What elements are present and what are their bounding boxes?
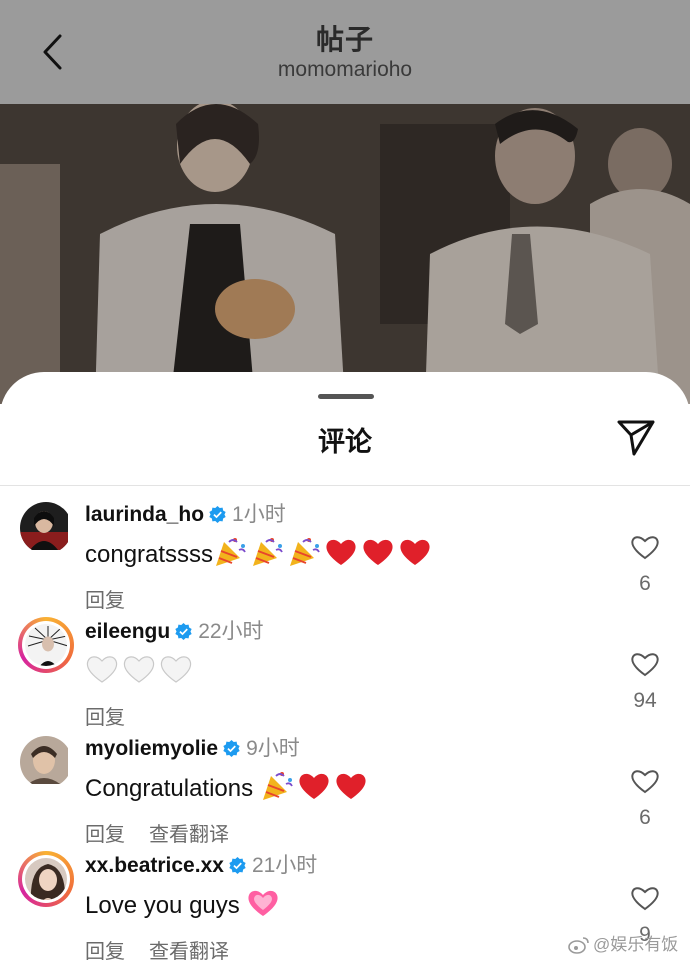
page-title: 帖子 bbox=[315, 24, 374, 55]
comment-time: 21小时 bbox=[251, 854, 318, 877]
red-heart-icon bbox=[326, 539, 356, 565]
party-popper-icon bbox=[290, 538, 320, 566]
post-author-username[interactable]: momomarioho bbox=[0, 58, 690, 82]
verified-badge-icon bbox=[175, 623, 192, 640]
avatar[interactable] bbox=[18, 734, 74, 790]
watermark-text: @娱乐有饭 bbox=[593, 935, 679, 954]
pink-heart-icon bbox=[248, 890, 279, 916]
comment-time: 22小时 bbox=[198, 620, 264, 643]
party-popper-icon bbox=[253, 538, 283, 566]
comment-body: Congratulations bbox=[85, 770, 371, 806]
red-heart-icon bbox=[336, 773, 366, 799]
like-count: 6 bbox=[639, 806, 651, 829]
send-icon bbox=[617, 420, 655, 456]
party-popper-icon bbox=[262, 772, 293, 800]
avatar[interactable] bbox=[18, 617, 74, 673]
reply-button[interactable]: 回复 bbox=[85, 824, 125, 846]
verified-badge-icon bbox=[209, 506, 226, 523]
user-avatar-image bbox=[25, 858, 67, 900]
comment-item: eileengu 22小时 回复 94 bbox=[0, 617, 690, 734]
comment-time: 9小时 bbox=[246, 737, 300, 760]
white-heart-icon bbox=[123, 656, 155, 683]
comment-item: laurinda_ho 1小时 congratssss 回复 6 bbox=[0, 500, 690, 617]
see-translation-button[interactable]: 查看翻译 bbox=[149, 824, 229, 846]
avatar[interactable] bbox=[18, 851, 74, 907]
comment-item: myoliemyolie 9小时 Congratulations 回复 查看翻译 6 bbox=[0, 734, 690, 851]
weibo-logo-icon bbox=[568, 937, 589, 954]
share-button[interactable] bbox=[614, 414, 658, 458]
avatar[interactable] bbox=[18, 500, 74, 556]
like-count: 94 bbox=[633, 689, 657, 712]
comment-time: 1小时 bbox=[232, 503, 286, 526]
comment-text: Congratulations bbox=[85, 775, 254, 802]
white-heart-icon bbox=[86, 656, 118, 683]
comment-text: Love you guys bbox=[85, 892, 240, 919]
comment-username[interactable]: xx.beatrice.xx bbox=[85, 854, 224, 877]
sheet-drag-handle[interactable] bbox=[318, 394, 374, 399]
comment-body: Love you guys bbox=[85, 887, 283, 923]
heart-outline-icon[interactable] bbox=[630, 651, 660, 677]
comment-actions: 回复 查看翻译 bbox=[85, 818, 253, 847]
white-heart-icon bbox=[160, 656, 192, 683]
heart-outline-icon[interactable] bbox=[630, 885, 660, 911]
comment-body: congratssss bbox=[85, 536, 435, 572]
comment-username[interactable]: laurinda_ho bbox=[85, 503, 204, 526]
comment-username[interactable]: eileengu bbox=[85, 620, 170, 643]
red-heart-icon bbox=[400, 539, 430, 565]
reply-button[interactable]: 回复 bbox=[85, 707, 125, 729]
top-bar: 帖子 momomarioho bbox=[0, 0, 690, 104]
comment-actions: 回复 bbox=[85, 701, 149, 730]
post-photo bbox=[0, 104, 690, 404]
heart-outline-icon[interactable] bbox=[630, 768, 660, 794]
comment-text: congratssss bbox=[85, 541, 214, 568]
comment-username[interactable]: myoliemyolie bbox=[85, 737, 218, 760]
red-heart-icon bbox=[299, 773, 329, 799]
user-avatar-image bbox=[20, 736, 68, 784]
verified-badge-icon bbox=[223, 740, 240, 757]
user-avatar-image bbox=[20, 502, 68, 550]
reply-button[interactable]: 回复 bbox=[85, 590, 125, 612]
user-avatar-image bbox=[25, 624, 67, 666]
comments-title: 评论 bbox=[318, 427, 372, 457]
comment-body bbox=[85, 653, 196, 689]
like-count: 6 bbox=[639, 572, 651, 595]
heart-outline-icon[interactable] bbox=[630, 534, 660, 560]
divider bbox=[0, 485, 690, 486]
watermark: @娱乐有饭 bbox=[568, 930, 678, 955]
party-popper-icon bbox=[216, 538, 246, 566]
red-heart-icon bbox=[363, 539, 393, 565]
verified-badge-icon bbox=[229, 857, 246, 874]
comment-actions: 回复 bbox=[85, 584, 149, 613]
